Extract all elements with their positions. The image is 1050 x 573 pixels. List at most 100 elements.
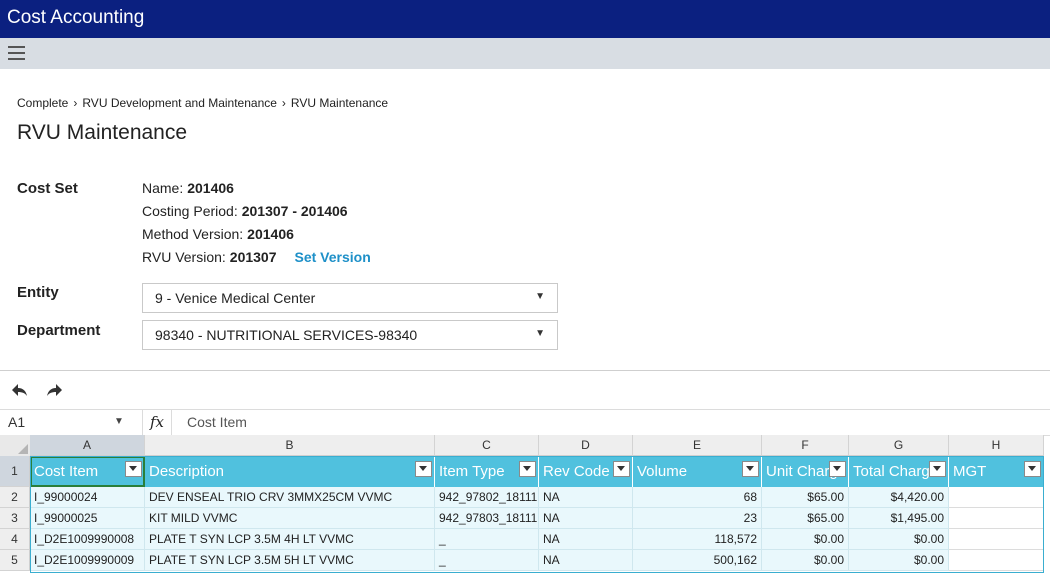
row-header-5[interactable]: 5 — [0, 550, 30, 571]
rvu-version: RVU Version: 201307 Set Version — [142, 249, 371, 265]
table-cell[interactable]: $0.00 — [762, 529, 849, 550]
table-cell[interactable]: $0.00 — [762, 550, 849, 571]
table-cell[interactable] — [949, 508, 1044, 529]
breadcrumb-item-rvu-development[interactable]: RVU Development and Maintenance — [82, 96, 277, 110]
undo-icon[interactable] — [10, 380, 30, 400]
period-label: Costing Period: — [142, 203, 238, 219]
table-cell[interactable]: 23 — [633, 508, 762, 529]
name-value: 201406 — [187, 180, 234, 196]
table-cell[interactable]: $0.00 — [849, 529, 949, 550]
table-header-cell[interactable]: Description — [145, 456, 435, 487]
column-header-g[interactable]: G — [849, 435, 949, 456]
filter-dropdown-icon[interactable] — [519, 461, 536, 477]
table-cell[interactable]: I_99000024 — [30, 487, 145, 508]
table-cell[interactable]: PLATE T SYN LCP 3.5M 4H LT VVMC — [145, 529, 435, 550]
table-header-cell[interactable]: MGT — [949, 456, 1044, 487]
table-cell[interactable]: KIT MILD VVMC — [145, 508, 435, 529]
table-header-cell[interactable]: Total Charges — [849, 456, 949, 487]
table-cell[interactable]: NA — [539, 508, 633, 529]
method-value: 201406 — [247, 226, 294, 242]
table-cell[interactable]: 68 — [633, 487, 762, 508]
table-cell[interactable]: _ — [435, 529, 539, 550]
section-divider — [0, 370, 1050, 371]
department-label: Department — [17, 322, 101, 339]
select-all-corner[interactable] — [0, 435, 31, 457]
column-header-b[interactable]: B — [145, 435, 435, 456]
cost-set-label: Cost Set — [17, 180, 78, 197]
header-label: Item Type — [439, 463, 505, 480]
table-cell[interactable]: NA — [539, 529, 633, 550]
filter-dropdown-icon[interactable] — [929, 461, 946, 477]
table-cell[interactable]: 942_97803_18111 — [435, 508, 539, 529]
column-header-e[interactable]: E — [633, 435, 762, 456]
table-header-cell[interactable]: Volume — [633, 456, 762, 487]
table-cell[interactable]: 942_97802_18111 — [435, 487, 539, 508]
table-header-cell[interactable]: Unit Charge — [762, 456, 849, 487]
chevron-right-icon: › — [73, 96, 78, 110]
table-cell[interactable] — [949, 550, 1044, 571]
rvu-value: 201307 — [229, 249, 277, 265]
table-cell[interactable]: $65.00 — [762, 508, 849, 529]
table-cell[interactable]: $0.00 — [849, 550, 949, 571]
entity-label: Entity — [17, 284, 59, 301]
chevron-down-icon[interactable]: ▼ — [114, 416, 124, 427]
column-header-f[interactable]: F — [762, 435, 849, 456]
filter-dropdown-icon[interactable] — [613, 461, 630, 477]
table-cell[interactable]: DEV ENSEAL TRIO CRV 3MMX25CM VVMC — [145, 487, 435, 508]
table-cell[interactable]: I_99000025 — [30, 508, 145, 529]
cost-set-name: Name: 201406 — [142, 180, 234, 196]
period-value: 201307 - 201406 — [241, 203, 348, 219]
page-title: RVU Maintenance — [17, 121, 188, 144]
table-header-cell[interactable]: Item Type — [435, 456, 539, 487]
cell-reference-box[interactable]: A1 — [8, 414, 25, 430]
table-cell[interactable] — [949, 529, 1044, 550]
department-select[interactable]: 98340 - NUTRITIONAL SERVICES-98340 ▼ — [142, 320, 558, 350]
table-cell[interactable]: $65.00 — [762, 487, 849, 508]
hamburger-menu-icon[interactable] — [8, 46, 25, 60]
row-header-1[interactable]: 1 — [0, 456, 30, 487]
chevron-down-icon: ▼ — [535, 328, 545, 339]
chevron-right-icon: › — [281, 96, 286, 110]
column-header-c[interactable]: C — [435, 435, 539, 456]
filter-dropdown-icon[interactable] — [125, 461, 142, 477]
app-title: Cost Accounting — [7, 7, 145, 28]
formula-input[interactable]: Cost Item — [187, 414, 247, 430]
method-version: Method Version: 201406 — [142, 226, 294, 242]
breadcrumb-item-complete[interactable]: Complete — [17, 96, 68, 110]
filter-dropdown-icon[interactable] — [742, 461, 759, 477]
function-icon[interactable]: fx — [142, 410, 172, 435]
table-cell[interactable] — [949, 487, 1044, 508]
formula-bar: A1 ▼ fx Cost Item — [0, 409, 1050, 436]
method-label: Method Version: — [142, 226, 244, 242]
entity-select[interactable]: 9 - Venice Medical Center ▼ — [142, 283, 558, 313]
department-select-value: 98340 - NUTRITIONAL SERVICES-98340 — [155, 327, 418, 343]
column-header-h[interactable]: H — [949, 435, 1044, 456]
entity-select-value: 9 - Venice Medical Center — [155, 290, 316, 306]
row-header-3[interactable]: 3 — [0, 508, 30, 529]
table-cell[interactable]: $4,420.00 — [849, 487, 949, 508]
table-cell[interactable]: 118,572 — [633, 529, 762, 550]
table-cell[interactable]: PLATE T SYN LCP 3.5M 5H LT VVMC — [145, 550, 435, 571]
table-cell[interactable]: I_D2E1009990008 — [30, 529, 145, 550]
column-header-d[interactable]: D — [539, 435, 633, 456]
table-header-cell[interactable]: Cost Item — [30, 456, 145, 487]
header-label: Cost Item — [34, 463, 99, 480]
column-header-a[interactable]: A — [30, 435, 145, 456]
set-version-link[interactable]: Set Version — [295, 249, 371, 265]
filter-dropdown-icon[interactable] — [415, 461, 432, 477]
table-cell[interactable]: $1,495.00 — [849, 508, 949, 529]
app-title-bar: Cost Accounting — [0, 0, 1050, 38]
breadcrumb: Complete › RVU Development and Maintenance… — [17, 96, 388, 110]
row-header-2[interactable]: 2 — [0, 487, 30, 508]
filter-dropdown-icon[interactable] — [1024, 461, 1041, 477]
table-cell[interactable]: NA — [539, 550, 633, 571]
chevron-down-icon: ▼ — [535, 291, 545, 302]
table-cell[interactable]: 500,162 — [633, 550, 762, 571]
filter-dropdown-icon[interactable] — [829, 461, 846, 477]
table-cell[interactable]: NA — [539, 487, 633, 508]
row-header-4[interactable]: 4 — [0, 529, 30, 550]
redo-icon[interactable] — [44, 380, 64, 400]
table-cell[interactable]: _ — [435, 550, 539, 571]
table-cell[interactable]: I_D2E1009990009 — [30, 550, 145, 571]
table-header-cell[interactable]: Rev Code — [539, 456, 633, 487]
